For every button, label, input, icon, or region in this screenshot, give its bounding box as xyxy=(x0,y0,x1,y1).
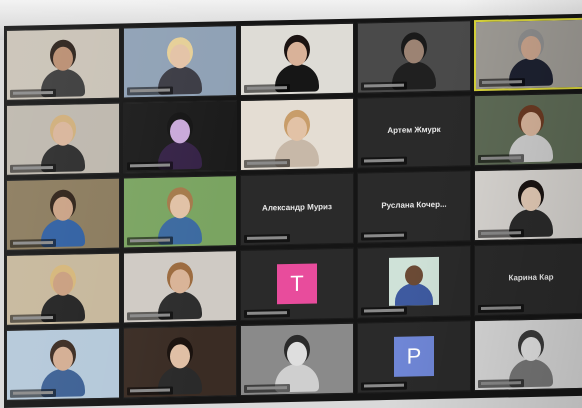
participant-profile-photo xyxy=(389,256,439,306)
participant-tile[interactable] xyxy=(474,92,582,167)
participant-name: Карина Кар xyxy=(508,272,554,283)
participant-figure xyxy=(37,271,89,323)
participant-name-tag xyxy=(478,304,524,314)
participant-name: Артем Жмурк xyxy=(387,124,441,135)
participant-tile[interactable]: T xyxy=(240,247,354,322)
participant-tile[interactable] xyxy=(6,27,120,101)
participant-name-tag xyxy=(10,163,56,173)
participant-name-tag xyxy=(127,86,173,96)
participant-name-tag xyxy=(10,238,56,248)
participant-figure xyxy=(505,111,557,163)
participant-tile[interactable] xyxy=(123,250,237,324)
participant-name-tag xyxy=(361,381,407,391)
participant-initial-avatar: T xyxy=(277,263,317,305)
participant-tile-active-speaker[interactable] xyxy=(474,17,582,92)
participant-name-tag xyxy=(478,379,524,389)
participant-figure xyxy=(37,46,89,98)
participant-name-tag xyxy=(127,311,173,321)
participant-grid: Артем Жмурк Александр Муриз Руслана Кочер.… xyxy=(6,17,582,401)
participant-name-tag xyxy=(127,236,173,246)
participant-name-tag xyxy=(244,309,290,318)
participant-tile[interactable] xyxy=(240,97,354,172)
participant-name-tag xyxy=(361,156,407,166)
participant-tile[interactable] xyxy=(357,20,471,94)
participant-figure xyxy=(505,336,557,388)
participant-name-tag xyxy=(361,231,407,241)
participant-figure xyxy=(37,121,89,173)
participant-figure xyxy=(388,39,440,90)
participant-tile[interactable] xyxy=(123,325,237,399)
participant-figure xyxy=(37,346,89,398)
participant-name-tag xyxy=(10,313,56,323)
participant-tile[interactable]: Александр Муриз xyxy=(240,172,354,247)
participant-name-tag xyxy=(479,78,525,88)
participant-name-tag xyxy=(478,154,524,164)
participant-name-tag xyxy=(361,81,407,91)
participant-figure xyxy=(154,269,206,320)
participant-tile[interactable]: Руслана Кочер... xyxy=(357,170,471,244)
participant-name-tag xyxy=(10,88,56,98)
participant-tile[interactable] xyxy=(240,322,354,397)
participant-name: Александр Муриз xyxy=(262,202,332,213)
participant-name-tag xyxy=(127,386,173,396)
participant-name-tag xyxy=(244,234,290,243)
participant-tile[interactable] xyxy=(6,327,120,401)
participant-tile[interactable] xyxy=(240,22,354,97)
participant-name-tag xyxy=(10,388,56,398)
participant-tile[interactable] xyxy=(474,317,582,392)
video-call-screen: Артем Жмурк Александр Муриз Руслана Кочер.… xyxy=(4,13,582,408)
participant-figure xyxy=(271,116,323,168)
participant-tile[interactable] xyxy=(123,175,237,249)
participant-initial-avatar: P xyxy=(394,335,434,377)
participant-tile[interactable] xyxy=(123,100,237,174)
participant-tile[interactable]: P xyxy=(357,320,471,394)
participant-name: Руслана Кочер... xyxy=(381,199,447,211)
participant-figure xyxy=(505,35,557,87)
participant-tile[interactable] xyxy=(6,252,120,326)
participant-tile[interactable]: Карина Кар xyxy=(474,242,582,317)
participant-tile[interactable] xyxy=(6,102,120,176)
participant-tile[interactable] xyxy=(123,25,237,99)
participant-name-tag xyxy=(244,384,290,393)
participant-tile[interactable] xyxy=(357,245,471,319)
participant-figure xyxy=(37,196,89,248)
participant-name-tag xyxy=(244,84,290,93)
participant-name-tag xyxy=(478,229,524,239)
participant-name-tag xyxy=(244,159,290,168)
participant-figure xyxy=(505,186,557,238)
participant-figure xyxy=(154,44,206,95)
participant-tile[interactable] xyxy=(474,167,582,242)
participant-tile[interactable] xyxy=(6,177,120,251)
participant-tile[interactable]: Артем Жмурк xyxy=(357,95,471,169)
participant-figure xyxy=(271,341,323,393)
participant-name-tag xyxy=(127,161,173,171)
participant-figure xyxy=(271,41,323,93)
participant-figure xyxy=(154,194,206,245)
participant-figure xyxy=(154,119,206,170)
participant-name-tag xyxy=(361,306,407,316)
participant-figure xyxy=(154,344,206,395)
